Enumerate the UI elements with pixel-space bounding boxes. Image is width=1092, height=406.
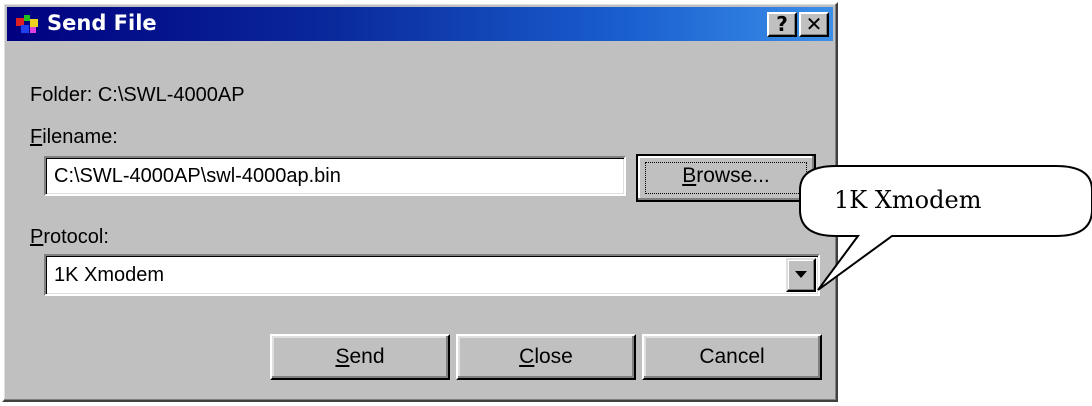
help-button[interactable]: ? (767, 12, 797, 37)
close-button[interactable]: Close (456, 334, 636, 380)
filename-label-rest: ilename: (42, 126, 118, 148)
folder-label: Folder: (30, 84, 93, 106)
folder-row: Folder: C:\SWL-4000AP (30, 84, 245, 107)
protocol-label-rest: rotocol: (43, 226, 109, 248)
filename-input-value: C:\SWL-4000AP\swl-4000ap.bin (54, 165, 341, 187)
callout-text: 1K Xmodem (834, 186, 982, 214)
close-accel: C (519, 345, 535, 368)
send-file-dialog: Send File ? ✕ Folder: C:\SWL-4000AP File… (2, 2, 838, 402)
chevron-down-icon (795, 271, 807, 278)
send-file-app-icon (16, 15, 38, 33)
protocol-select[interactable]: 1K Xmodem (44, 254, 820, 296)
browse-button-label: Browse... (682, 164, 770, 187)
protocol-label: Protocol: (30, 226, 109, 249)
close-window-button[interactable]: ✕ (799, 12, 829, 37)
filename-label-accel: F (30, 126, 43, 148)
send-accel: S (335, 345, 350, 368)
send-button[interactable]: Send (270, 334, 450, 380)
cancel-button[interactable]: Cancel (642, 334, 822, 380)
window-title: Send File (47, 11, 157, 35)
send-rest: end (349, 345, 385, 368)
protocol-selected-value: 1K Xmodem (54, 264, 165, 286)
protocol-label-accel: P (30, 226, 44, 248)
browse-rest: rowse... (696, 164, 770, 187)
title-bar[interactable]: Send File ? ✕ (7, 7, 833, 41)
close-rest: lose (534, 345, 573, 368)
filename-label: Filename: (30, 126, 118, 149)
protocol-dropdown-button[interactable] (786, 258, 816, 292)
filename-input[interactable]: C:\SWL-4000AP\swl-4000ap.bin (44, 156, 626, 196)
folder-path: C:\SWL-4000AP (97, 84, 245, 106)
browse-button[interactable]: Browse... (636, 154, 816, 202)
browse-accel: B (682, 164, 697, 187)
